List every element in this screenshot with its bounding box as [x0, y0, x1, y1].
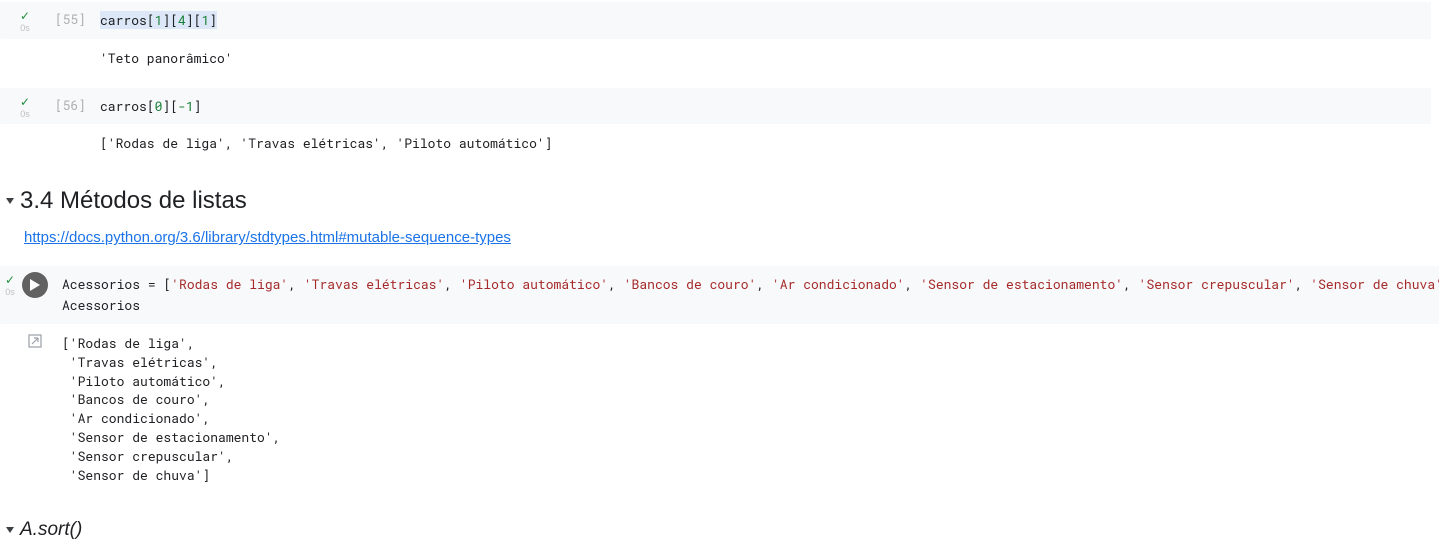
code-editor[interactable]: Acessorios = ['Rodas de liga', 'Travas e… [50, 266, 1439, 324]
output-expand-icon[interactable] [20, 326, 50, 493]
code-cell[interactable]: ✓ 0s [56] carros[0][-1] [0, 88, 1431, 125]
exec-timing: 0s [20, 109, 30, 119]
run-gutter [20, 266, 50, 298]
cell-status-gutter: ✓ 0s [0, 88, 50, 119]
cell-output-row: ['Rodas de liga', 'Travas elétricas', 'P… [0, 326, 1439, 493]
cell-output: ['Rodas de liga', 'Travas elétricas', 'P… [50, 326, 1439, 493]
play-icon [30, 279, 40, 291]
doc-link[interactable]: https://docs.python.org/3.6/library/stdt… [24, 229, 511, 246]
run-cell-button[interactable] [22, 272, 48, 298]
collapse-toggle-icon[interactable] [6, 198, 14, 204]
code-cell[interactable]: ✓ 0s [55] carros[1][4][1] [0, 2, 1431, 39]
code-cell-active[interactable]: ✓ 0s Acessorios = ['Rodas de liga', 'Tra… [0, 266, 1431, 324]
cell-status-gutter: ✓ 0s [0, 266, 20, 297]
cell-status-gutter: ✓ 0s [0, 2, 50, 33]
subsection-heading-row[interactable]: A.sort() [0, 505, 1439, 549]
cell-output: ['Rodas de liga', 'Travas elétricas', 'P… [92, 126, 1439, 161]
exec-timing: 0s [5, 287, 15, 297]
exec-timing: 0s [20, 23, 30, 33]
cell-output: 'Teto panorâmico' [92, 41, 1439, 76]
code-editor[interactable]: carros[0][-1] [92, 88, 1431, 125]
check-icon: ✓ [20, 10, 30, 22]
section-heading-row[interactable]: 3.4 Métodos de listas [0, 173, 1439, 223]
cell-output-row: ['Rodas de liga', 'Travas elétricas', 'P… [0, 126, 1439, 161]
check-icon: ✓ [20, 96, 30, 108]
subsection-heading: A.sort() [20, 519, 82, 541]
collapse-toggle-icon[interactable] [6, 527, 14, 533]
cell-prompt: [56] [50, 88, 86, 114]
arrow-out-icon [28, 334, 42, 348]
check-icon: ✓ [5, 274, 15, 286]
code-editor[interactable]: carros[1][4][1] [92, 2, 1431, 39]
section-heading: 3.4 Métodos de listas [20, 187, 247, 215]
cell-output-row: 'Teto panorâmico' [0, 41, 1439, 76]
doc-link-row: https://docs.python.org/3.6/library/stdt… [0, 223, 1439, 264]
cell-prompt: [55] [50, 2, 86, 28]
